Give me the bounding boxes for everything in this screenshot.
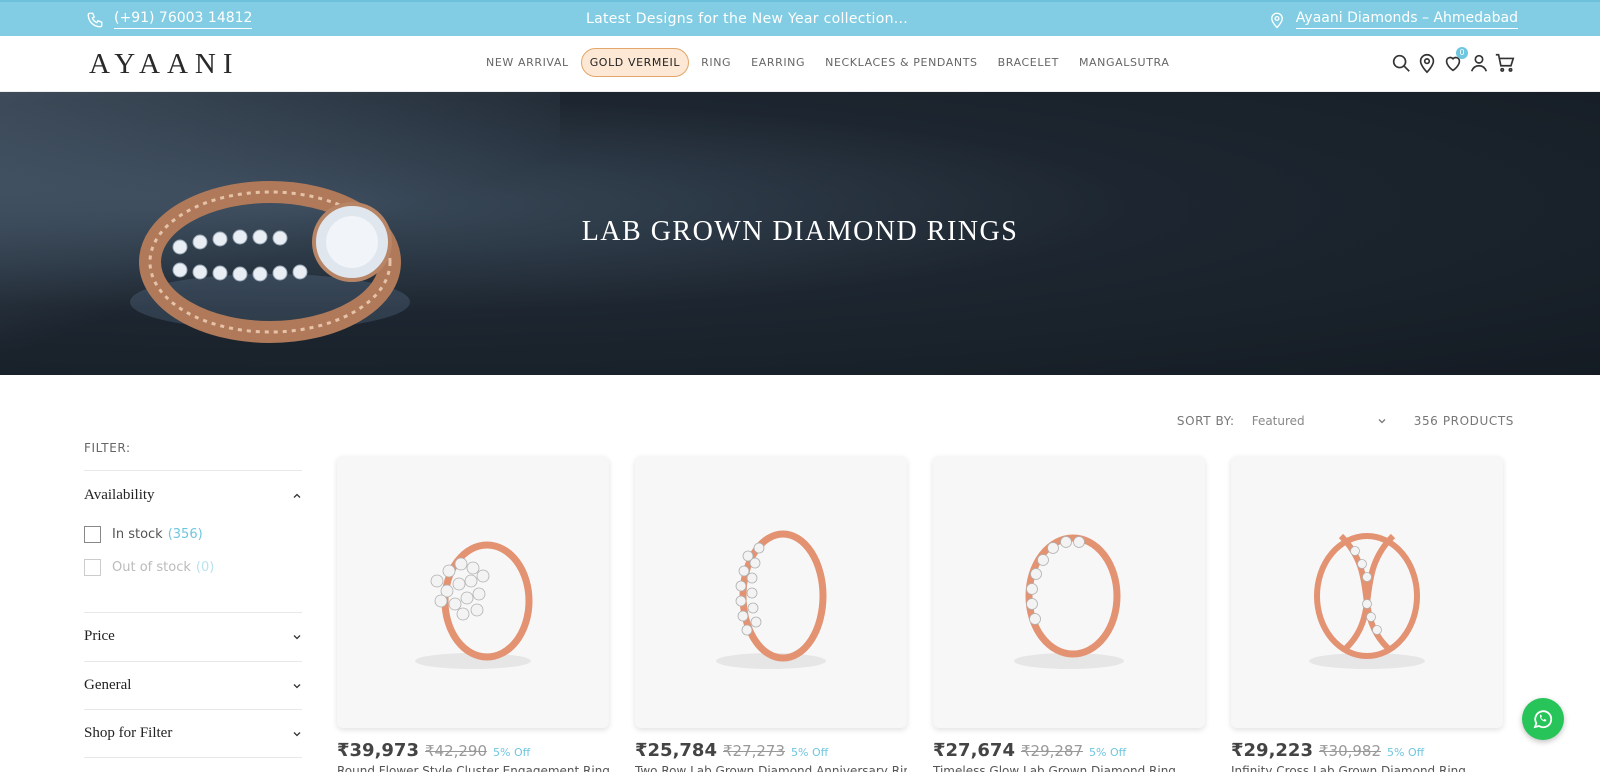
product-price-row: ₹29,223 ₹30,982 5% Off	[1231, 740, 1424, 761]
store-name[interactable]: Ayaani Diamonds – Ahmedabad	[1295, 10, 1518, 29]
product-image	[1014, 534, 1124, 669]
product-image	[716, 530, 827, 669]
sort-value: Featured	[1251, 414, 1305, 428]
search-icon[interactable]	[1390, 52, 1412, 74]
filter-in-stock[interactable]: In stock (356)	[84, 526, 302, 543]
facet-price-toggle[interactable]: Price	[84, 628, 302, 645]
nav-necklaces-pendants[interactable]: NECKLACES & PENDANTS	[825, 50, 978, 75]
facet-shop-for-toggle[interactable]: Shop for Filter	[84, 725, 302, 742]
product-card[interactable]	[1231, 456, 1503, 728]
in-stock-checkbox[interactable]	[84, 526, 101, 543]
product-card[interactable]	[635, 456, 907, 728]
whatsapp-icon	[1533, 710, 1553, 729]
store-link[interactable]: Ayaani Diamonds – Ahmedabad	[1268, 10, 1518, 29]
chevron-down-icon	[293, 683, 301, 688]
product-price: ₹27,674	[933, 740, 1015, 761]
chevron-down-icon	[293, 731, 301, 736]
product-title[interactable]: Two Row Lab Grown Diamond Anniversary Ri…	[635, 764, 907, 772]
facet-availability: Availability In stock (356) Out of stock…	[84, 470, 302, 612]
chevron-down-icon	[293, 634, 301, 639]
facet-general: General	[84, 661, 302, 709]
account-icon[interactable]	[1468, 52, 1490, 74]
collection-title: LAB GROWN DIAMOND RINGS	[581, 216, 1019, 247]
chevron-down-icon	[1378, 419, 1386, 424]
product-card[interactable]	[933, 456, 1205, 728]
header-icons: 0	[1386, 47, 1516, 74]
product-price-row: ₹25,784 ₹27,273 5% Off	[635, 740, 828, 761]
product-image	[415, 541, 533, 669]
product-mrp: ₹27,273	[722, 742, 786, 760]
product-discount: 5% Off	[493, 746, 531, 759]
whatsapp-chat-button[interactable]	[1522, 698, 1564, 740]
product-discount: 5% Off	[791, 746, 829, 759]
store-locator-icon[interactable]	[1416, 52, 1438, 74]
product-discount: 5% Off	[1089, 746, 1127, 759]
chevron-up-icon	[293, 493, 301, 498]
facet-general-toggle[interactable]: General	[84, 677, 302, 694]
cart-icon[interactable]	[1494, 52, 1516, 74]
out-of-stock-count: (0)	[195, 560, 215, 575]
product-count: 356 PRODUCTS	[1413, 414, 1514, 428]
in-stock-label: In stock	[112, 527, 163, 542]
product-price: ₹25,784	[635, 740, 717, 761]
sort-select[interactable]: Featured	[1252, 414, 1387, 428]
out-of-stock-label: Out of stock	[112, 560, 191, 575]
product-price-row: ₹39,973 ₹42,290 5% Off	[337, 740, 530, 761]
wishlist-heart-icon[interactable]: 0	[1442, 47, 1468, 74]
product-mrp: ₹42,290	[424, 742, 488, 760]
facet-price-label: Price	[84, 628, 115, 644]
product-card[interactable]	[337, 456, 609, 728]
sort-label: SORT BY:	[1176, 414, 1235, 428]
product-title[interactable]: Round Flower Style Cluster Engagement Ri…	[337, 764, 609, 772]
facet-availability-label: Availability	[84, 487, 155, 503]
nav-new-arrival[interactable]: NEW ARRIVAL	[486, 50, 569, 75]
product-price-row: ₹27,674 ₹29,287 5% Off	[933, 740, 1126, 761]
main-nav: NEW ARRIVAL GOLD VERMEIL RING EARRING NE…	[486, 48, 1189, 77]
product-title[interactable]: Timeless Glow Lab Grown Diamond Ring	[933, 764, 1205, 772]
facet-availability-toggle[interactable]: Availability	[84, 487, 302, 504]
nav-ring[interactable]: RING	[701, 50, 731, 75]
product-price: ₹39,973	[337, 740, 419, 761]
facet-price: Price	[84, 612, 302, 661]
nav-bracelet[interactable]: BRACELET	[998, 50, 1059, 75]
facet-shop-for: Shop for Filter	[84, 709, 302, 758]
facet-general-label: General	[84, 677, 132, 693]
announcement-bar: (+91) 76003 14812 Latest Designs for the…	[0, 0, 1600, 36]
site-header: AYAANI NEW ARRIVAL GOLD VERMEIL RING EAR…	[0, 36, 1600, 92]
in-stock-count: (356)	[167, 527, 203, 542]
wishlist-count-badge: 0	[1456, 47, 1468, 59]
product-title[interactable]: Infinity Cross Lab Grown Diamond Ring	[1231, 764, 1503, 772]
filter-heading: FILTER:	[84, 441, 131, 455]
nav-mangalsutra[interactable]: MANGALSUTRA	[1079, 50, 1170, 75]
facet-shop-for-label: Shop for Filter	[84, 725, 173, 741]
product-price: ₹29,223	[1231, 740, 1313, 761]
location-pin-icon	[1270, 12, 1283, 28]
product-image	[1309, 533, 1425, 669]
sort-bar: SORT BY: Featured 356 PRODUCTS	[1177, 414, 1514, 428]
collection-hero-banner: LAB GROWN DIAMOND RINGS	[0, 92, 1600, 375]
nav-earring[interactable]: EARRING	[751, 50, 805, 75]
product-discount: 5% Off	[1387, 746, 1425, 759]
out-of-stock-checkbox[interactable]	[84, 559, 101, 576]
product-mrp: ₹29,287	[1020, 742, 1084, 760]
nav-gold-vermeil[interactable]: GOLD VERMEIL	[580, 48, 690, 77]
product-mrp: ₹30,982	[1318, 742, 1382, 760]
filter-out-of-stock[interactable]: Out of stock (0)	[84, 559, 302, 576]
site-logo[interactable]: AYAANI	[89, 48, 240, 81]
